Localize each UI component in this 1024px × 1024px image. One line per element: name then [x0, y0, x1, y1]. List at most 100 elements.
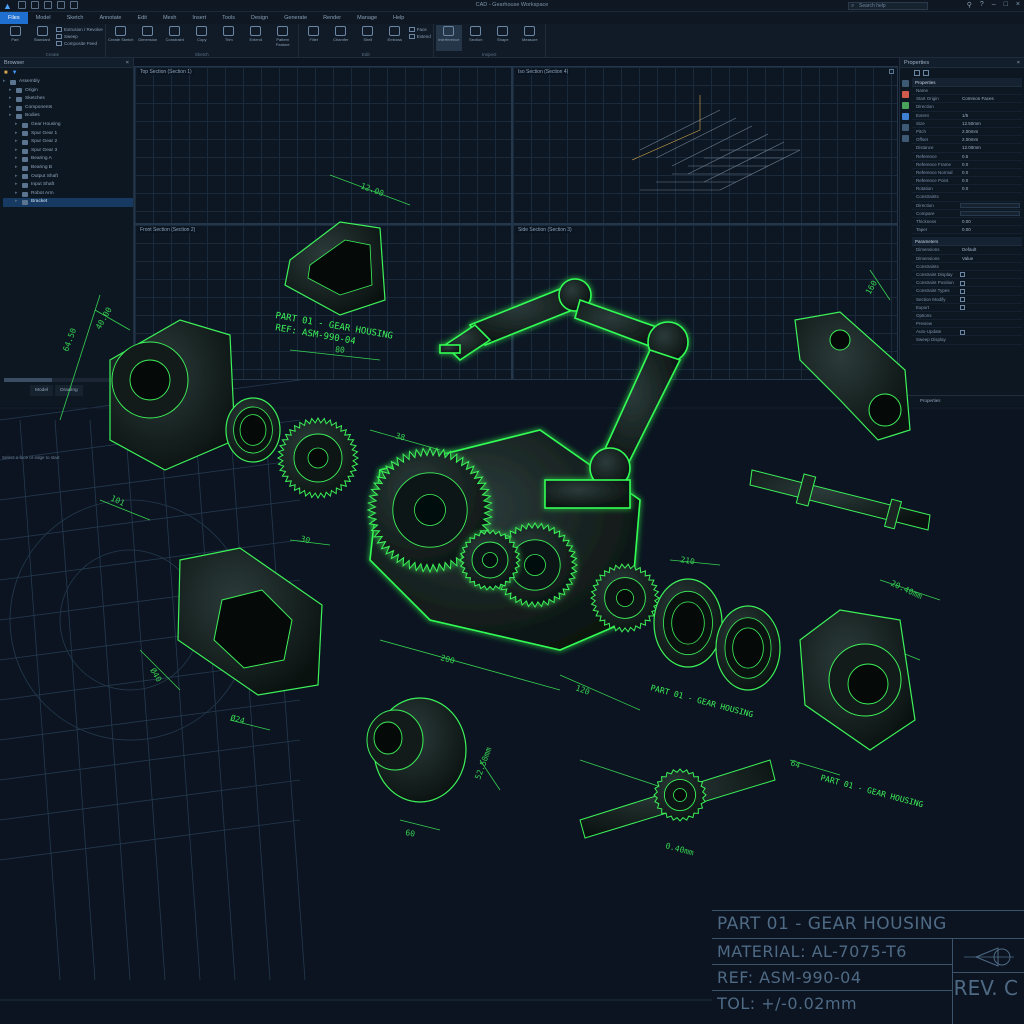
- tree-item[interactable]: ▸ Bracket: [3, 198, 133, 207]
- expand-icon[interactable]: ▸: [15, 198, 19, 207]
- ribbon-small-button[interactable]: Face: [408, 27, 431, 32]
- ribbon-small-button[interactable]: Sweep: [56, 34, 103, 39]
- ribbon-small-button[interactable]: Composite Feed: [56, 41, 103, 46]
- property-checkbox[interactable]: [960, 288, 965, 294]
- tree-item[interactable]: ▸ Spur Gear 2: [3, 138, 133, 147]
- ribbon-small-button[interactable]: Extend: [408, 34, 431, 39]
- help-search-input[interactable]: ⌕ Search help: [848, 2, 928, 10]
- ribbon-button[interactable]: Chamfer: [328, 25, 354, 51]
- property-value[interactable]: 2.00mm: [960, 128, 1022, 135]
- expand-icon[interactable]: ▸: [15, 138, 19, 147]
- menu-item[interactable]: Render: [315, 12, 349, 24]
- menu-item[interactable]: Sketch: [59, 12, 92, 24]
- tree-item[interactable]: ▸ Sketches: [3, 95, 133, 104]
- viewport-iso[interactable]: Iso Section (Section 4): [512, 66, 898, 224]
- property-checkbox[interactable]: [960, 305, 965, 311]
- ribbon-button[interactable]: Constraint: [162, 25, 188, 51]
- tree-item[interactable]: ▸ Bodies: [3, 112, 133, 121]
- property-value[interactable]: Value: [960, 255, 1022, 262]
- property-value[interactable]: 12.00mm: [960, 144, 1022, 151]
- settings-icon[interactable]: [901, 135, 909, 142]
- ribbon-button[interactable]: Shell: [355, 25, 381, 51]
- ribbon-button[interactable]: Standard: [29, 25, 55, 51]
- property-value[interactable]: 1/5: [960, 112, 1022, 119]
- property-value[interactable]: Common Faces: [960, 95, 1022, 102]
- menu-item[interactable]: Annotate: [91, 12, 129, 24]
- browser-tab[interactable]: Model: [30, 385, 54, 396]
- grid-view-icon[interactable]: [914, 70, 920, 76]
- expand-icon[interactable]: ▸: [15, 173, 19, 182]
- tree-item[interactable]: ▸ Origin: [3, 87, 133, 96]
- menu-item[interactable]: Help: [385, 12, 412, 24]
- ribbon-small-button[interactable]: Extrusion / Revolve: [56, 27, 103, 32]
- browser-tab[interactable]: Drawing: [55, 385, 83, 396]
- expand-icon[interactable]: ▸: [15, 155, 19, 164]
- ribbon-button[interactable]: Measure: [517, 25, 543, 51]
- appearance-icon[interactable]: [901, 102, 909, 109]
- ribbon-button[interactable]: Part: [2, 25, 28, 51]
- property-value[interactable]: Default: [960, 246, 1022, 253]
- tree-item[interactable]: ▸ Output Shaft: [3, 173, 133, 182]
- property-value[interactable]: [960, 320, 1022, 327]
- property-value[interactable]: 0.0: [960, 177, 1022, 184]
- tree-item[interactable]: ▸ Gear Housing: [3, 121, 133, 130]
- properties-section-header[interactable]: Properties: [912, 78, 1022, 87]
- help-icon[interactable]: ?: [980, 1, 984, 9]
- tree-item[interactable]: ▸ Spur Gear 3: [3, 147, 133, 156]
- properties-close-icon[interactable]: ×: [1017, 58, 1020, 68]
- ribbon-button[interactable]: Shape: [490, 25, 516, 51]
- property-value[interactable]: [960, 312, 1022, 319]
- expand-icon[interactable]: ▸: [15, 164, 19, 173]
- expand-icon[interactable]: ▸: [15, 181, 19, 190]
- folder-icon[interactable]: ■: [4, 70, 8, 76]
- property-value[interactable]: 0.00: [960, 218, 1022, 225]
- layers-icon[interactable]: [901, 124, 909, 131]
- physical-icon[interactable]: [901, 113, 909, 120]
- tree-item[interactable]: ▸ Bearing B: [3, 164, 133, 173]
- property-checkbox[interactable]: [960, 272, 965, 278]
- tree-item[interactable]: ▸ Components: [3, 104, 133, 113]
- browser-close-icon[interactable]: ×: [126, 58, 129, 68]
- parameters-section-header[interactable]: Parameters: [912, 237, 1022, 247]
- tree-item[interactable]: ▸ Input Shaft: [3, 181, 133, 190]
- property-checkbox[interactable]: [960, 297, 965, 302]
- ribbon-button[interactable]: Extend: [243, 25, 269, 51]
- ribbon-button[interactable]: Section: [463, 25, 489, 51]
- location-icon[interactable]: ⚲: [967, 1, 972, 9]
- tree-item[interactable]: ▸ Spur Gear 1: [3, 130, 133, 139]
- list-view-icon[interactable]: [923, 70, 929, 76]
- maximize-viewport-icon[interactable]: [889, 69, 894, 74]
- cube-icon[interactable]: [901, 80, 909, 87]
- property-checkbox[interactable]: [960, 329, 965, 335]
- property-input[interactable]: [960, 202, 1020, 208]
- maximize-icon[interactable]: □: [1004, 1, 1008, 9]
- viewport-top[interactable]: Top Section (Section 1): [134, 66, 512, 224]
- ribbon-button[interactable]: Trim: [216, 25, 242, 51]
- property-value[interactable]: 0.5: [960, 153, 1022, 160]
- expand-icon[interactable]: ▸: [15, 190, 19, 199]
- menu-item[interactable]: Design: [243, 12, 276, 24]
- menu-item[interactable]: Generate: [276, 12, 315, 24]
- menu-item[interactable]: Mesh: [155, 12, 184, 24]
- expand-icon[interactable]: ▸: [15, 147, 19, 156]
- property-checkbox[interactable]: [960, 280, 965, 286]
- property-value[interactable]: [960, 336, 1022, 343]
- property-value[interactable]: 0.0: [960, 169, 1022, 176]
- ribbon-button[interactable]: Interference: [435, 25, 462, 51]
- ribbon-button[interactable]: Dimension: [135, 25, 161, 51]
- expand-icon[interactable]: ▸: [3, 78, 7, 87]
- menu-item[interactable]: Insert: [184, 12, 214, 24]
- ribbon-button[interactable]: Fillet: [301, 25, 327, 51]
- menu-item[interactable]: Edit: [129, 12, 154, 24]
- properties-tab[interactable]: Properties: [900, 395, 1024, 404]
- ribbon-button[interactable]: Pattern Feature: [270, 25, 296, 51]
- ribbon-button[interactable]: Emboss: [382, 25, 408, 51]
- close-icon[interactable]: ×: [1016, 1, 1020, 9]
- ribbon-button[interactable]: Create Sketch: [108, 25, 134, 51]
- filter-icon[interactable]: ▼: [12, 70, 18, 76]
- property-value[interactable]: 2.00mm: [960, 136, 1022, 143]
- property-value[interactable]: [960, 263, 1022, 270]
- property-value[interactable]: [960, 87, 1022, 94]
- property-value[interactable]: 0.0: [960, 185, 1022, 192]
- menu-item[interactable]: Manage: [349, 12, 385, 24]
